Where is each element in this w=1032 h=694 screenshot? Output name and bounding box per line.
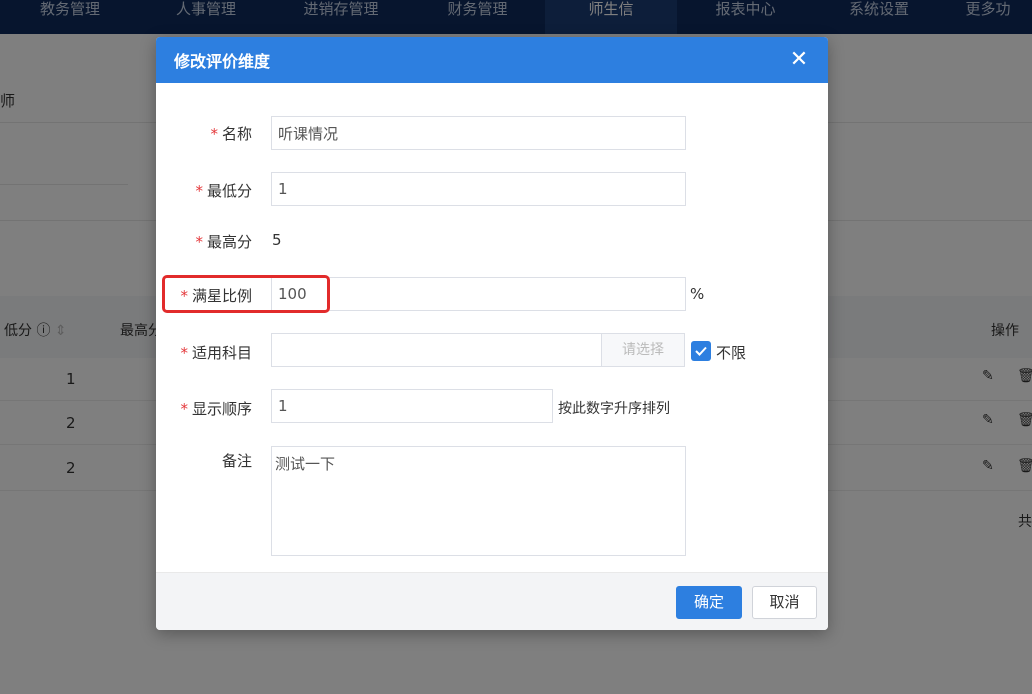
required-mark: * xyxy=(180,344,188,362)
remark-label: 备注 xyxy=(221,452,252,470)
name-input[interactable] xyxy=(271,116,686,150)
max-score-value: 5 xyxy=(272,231,282,249)
required-mark: * xyxy=(195,233,203,251)
close-icon[interactable]: ✕ xyxy=(788,49,810,71)
display-order-label: * 显示顺序 xyxy=(180,400,252,418)
name-label: * 名称 xyxy=(210,125,252,143)
highlight-annotation xyxy=(162,275,330,313)
required-mark: * xyxy=(195,182,203,200)
unlimited-label[interactable]: 不限 xyxy=(716,342,746,363)
cancel-button[interactable]: 取消 xyxy=(752,586,817,619)
confirm-button[interactable]: 确定 xyxy=(676,586,742,619)
full-star-ratio-input[interactable] xyxy=(271,277,686,311)
dialog-title: 修改评价维度 xyxy=(174,52,271,71)
dialog-footer: 确定 取消 xyxy=(156,572,828,630)
required-mark: * xyxy=(210,125,218,143)
edit-dimension-dialog: 修改评价维度 ✕ *名称 *最低分 *最高分 5 *满星比例 % *适用科目 请… xyxy=(156,37,828,630)
subject-label: * 适用科目 xyxy=(180,344,252,362)
remark-textarea[interactable]: 测试一下 xyxy=(271,446,686,556)
required-mark: * xyxy=(180,400,188,418)
min-score-input[interactable] xyxy=(271,172,686,206)
percent-suffix: % xyxy=(690,285,705,303)
check-icon xyxy=(695,346,707,356)
subject-select-button[interactable]: 请选择 xyxy=(601,333,685,367)
display-order-hint: 按此数字升序排列 xyxy=(558,401,670,417)
dialog-header: 修改评价维度 ✕ xyxy=(156,37,828,83)
display-order-input[interactable] xyxy=(271,389,553,423)
unlimited-checkbox[interactable] xyxy=(691,341,711,361)
min-score-label: * 最低分 xyxy=(195,182,252,200)
max-score-label: * 最高分 xyxy=(195,233,252,251)
